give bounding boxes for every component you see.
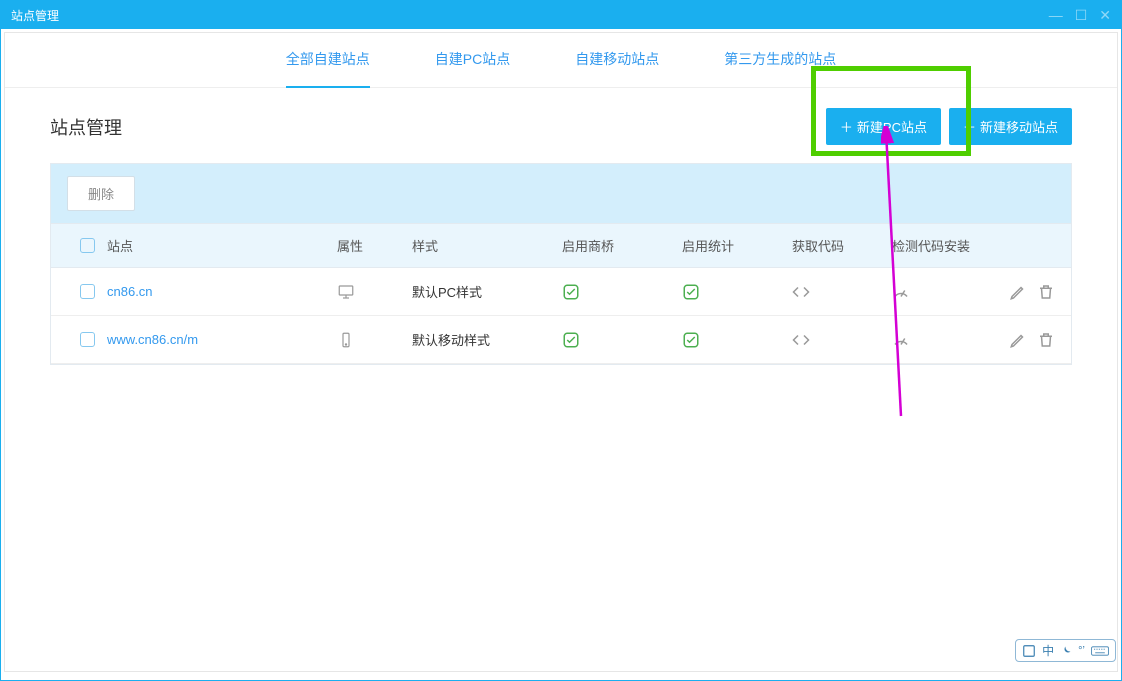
tab-all-sites[interactable]: 全部自建站点 [286,33,370,88]
tab-thirdparty-sites[interactable]: 第三方生成的站点 [724,33,836,88]
site-table: 删除 站点 属性 样式 启用商桥 启用统计 获取代码 检测代码安装 cn86.c [50,163,1072,365]
table-header: 站点 属性 样式 启用商桥 启用统计 获取代码 检测代码安装 [51,223,1071,268]
new-mobile-site-button[interactable]: ＋ 新建移动站点 [949,108,1072,145]
section: 站点管理 ＋ 新建PC站点 ＋ 新建移动站点 删除 站点 属性 [5,88,1117,385]
tabs: 全部自建站点 自建PC站点 自建移动站点 第三方生成的站点 [5,33,1117,88]
ime-punct-icon: °ʼ [1078,645,1085,657]
delete-button[interactable]: 删除 [67,176,135,211]
edit-icon[interactable] [1009,331,1027,349]
new-pc-site-button[interactable]: ＋ 新建PC站点 [826,108,941,145]
col-header-style: 样式 [412,236,562,255]
maximize-button[interactable]: ☐ [1075,7,1088,24]
ime-app-icon [1022,644,1036,658]
col-header-check: 检测代码安装 [892,236,992,255]
site-link[interactable]: cn86.cn [107,284,153,299]
window-title: 站点管理 [11,7,59,24]
site-link[interactable]: www.cn86.cn/m [107,332,198,347]
trash-icon[interactable] [1037,331,1055,349]
check-enabled-icon[interactable] [682,331,700,349]
select-all-checkbox[interactable] [80,238,95,253]
mobile-icon [337,331,355,349]
check-enabled-icon[interactable] [562,283,580,301]
col-header-site: 站点 [107,236,337,255]
check-enabled-icon[interactable] [682,283,700,301]
col-header-code: 获取代码 [792,236,892,255]
moon-icon [1060,645,1072,657]
tab-mobile-sites[interactable]: 自建移动站点 [575,33,659,88]
gauge-icon[interactable] [892,331,910,349]
ime-toolbar[interactable]: 中 °ʼ [1015,639,1116,662]
plus-icon: ＋ [963,117,976,136]
close-button[interactable]: ✕ [1099,7,1111,24]
style-cell: 默认移动样式 [412,330,562,349]
minimize-button[interactable]: — [1049,7,1063,24]
plus-icon: ＋ [840,117,853,136]
ime-lang: 中 [1042,642,1054,659]
code-icon[interactable] [792,283,810,301]
check-enabled-icon[interactable] [562,331,580,349]
code-icon[interactable] [792,331,810,349]
table-toolbar: 删除 [51,164,1071,223]
titlebar: 站点管理 — ☐ ✕ [1,1,1121,29]
row-checkbox[interactable] [80,332,95,347]
trash-icon[interactable] [1037,283,1055,301]
col-header-qiao: 启用商桥 [562,236,682,255]
desktop-icon [337,283,355,301]
col-header-attr: 属性 [337,236,412,255]
table-row: cn86.cn 默认PC样式 [51,268,1071,316]
tab-pc-sites[interactable]: 自建PC站点 [435,33,510,88]
table-row: www.cn86.cn/m 默认移动样式 [51,316,1071,364]
app-window: 站点管理 — ☐ ✕ 全部自建站点 自建PC站点 自建移动站点 第三方生成的站点… [0,0,1122,681]
keyboard-icon [1091,645,1109,657]
edit-icon[interactable] [1009,283,1027,301]
style-cell: 默认PC样式 [412,282,562,301]
gauge-icon[interactable] [892,283,910,301]
row-checkbox[interactable] [80,284,95,299]
col-header-stat: 启用统计 [682,236,792,255]
page-title: 站点管理 [50,114,818,140]
main-card: 全部自建站点 自建PC站点 自建移动站点 第三方生成的站点 站点管理 ＋ 新建P… [4,32,1118,672]
